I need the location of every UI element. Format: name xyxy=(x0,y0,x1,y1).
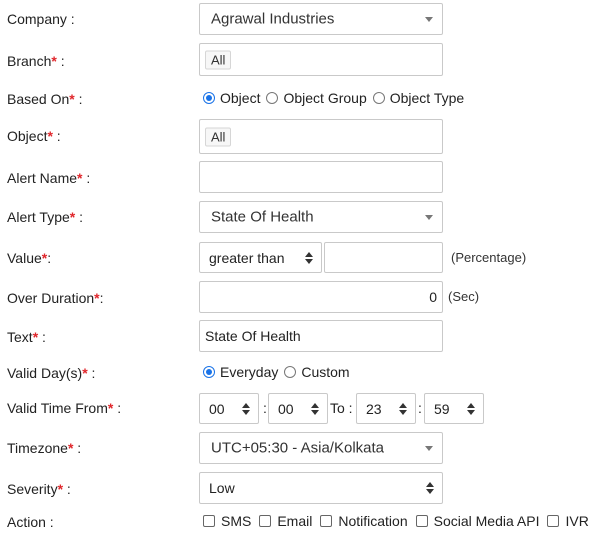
time-separator: : xyxy=(418,400,422,416)
over-duration-input[interactable]: 0 xyxy=(199,281,443,313)
to-hour-value: 23 xyxy=(366,400,382,417)
updown-arrows-icon xyxy=(399,402,407,415)
updown-arrows-icon xyxy=(242,402,250,415)
timezone-label: Timezone* : xyxy=(7,440,82,456)
object-multiselect[interactable]: All xyxy=(199,119,443,154)
alert-type-value: State Of Health xyxy=(211,208,314,226)
updown-arrows-icon xyxy=(305,251,313,264)
text-input[interactable]: State Of Health xyxy=(199,320,443,352)
object-tag-all[interactable]: All xyxy=(205,127,232,146)
radio-icon[interactable] xyxy=(266,92,279,104)
based-on-option-object-group[interactable]: Object Group xyxy=(266,90,367,106)
company-select[interactable]: Agrawal Industries xyxy=(199,3,443,35)
company-label: Company : xyxy=(7,11,75,27)
from-minute-select[interactable]: 00 xyxy=(268,393,328,424)
radio-selected-icon[interactable] xyxy=(203,92,215,104)
checkbox-icon[interactable] xyxy=(259,515,272,527)
over-duration-value: 0 xyxy=(429,289,437,305)
valid-days-option-custom[interactable]: Custom xyxy=(284,364,350,380)
to-hour-select[interactable]: 23 xyxy=(356,393,416,424)
based-on-label: Based On* : xyxy=(7,91,83,107)
severity-select[interactable]: Low xyxy=(199,472,443,504)
time-separator: : xyxy=(263,400,267,416)
value-operator-select[interactable]: greater than xyxy=(199,242,322,273)
timezone-value: UTC+05:30 - Asia/Kolkata xyxy=(211,439,385,457)
radio-icon[interactable] xyxy=(372,92,385,104)
from-minute-value: 00 xyxy=(278,400,294,417)
to-minute-value: 59 xyxy=(434,400,450,417)
timezone-select[interactable]: UTC+05:30 - Asia/Kolkata xyxy=(199,432,443,464)
value-unit: (Percentage) xyxy=(451,250,527,265)
to-minute-select[interactable]: 59 xyxy=(424,393,484,424)
from-hour-select[interactable]: 00 xyxy=(199,393,259,424)
caret-down-icon xyxy=(425,215,433,220)
value-amount-input[interactable] xyxy=(324,242,443,273)
valid-days-option-everyday[interactable]: Everyday xyxy=(203,364,278,380)
alert-name-input[interactable] xyxy=(199,161,443,193)
company-value: Agrawal Industries xyxy=(211,10,335,28)
radio-selected-icon[interactable] xyxy=(203,366,215,378)
severity-label: Severity* : xyxy=(7,481,71,497)
over-duration-label: Over Duration*: xyxy=(7,290,104,306)
text-value: State Of Health xyxy=(205,328,301,344)
object-label: Object* : xyxy=(7,128,61,144)
based-on-option-object-type[interactable]: Object Type xyxy=(372,90,464,106)
caret-down-icon xyxy=(425,17,433,22)
checkbox-icon[interactable] xyxy=(320,515,333,527)
branch-multiselect[interactable]: All xyxy=(199,43,443,76)
updown-arrows-icon xyxy=(426,482,434,494)
severity-value: Low xyxy=(209,480,235,496)
based-on-radio-group: Object Object Group Object Type xyxy=(203,90,470,106)
checkbox-icon[interactable] xyxy=(203,515,215,527)
alert-type-label: Alert Type* : xyxy=(7,209,84,225)
based-on-option-object[interactable]: Object xyxy=(203,90,260,106)
action-option-ivr[interactable]: IVR xyxy=(547,513,589,529)
caret-down-icon xyxy=(425,446,433,451)
value-label: Value*: xyxy=(7,250,52,266)
radio-icon[interactable] xyxy=(284,366,297,378)
updown-arrows-icon xyxy=(467,402,475,415)
valid-days-label: Valid Day(s)* : xyxy=(7,365,96,381)
value-operator-value: greater than xyxy=(209,249,285,266)
action-label: Action : xyxy=(7,514,54,530)
updown-arrows-icon xyxy=(311,402,319,415)
action-option-sms[interactable]: SMS xyxy=(203,513,251,529)
text-label: Text* : xyxy=(7,329,46,345)
branch-label: Branch* : xyxy=(7,53,65,69)
alert-name-label: Alert Name* : xyxy=(7,170,91,186)
branch-tag-all[interactable]: All xyxy=(205,50,232,69)
over-duration-unit: (Sec) xyxy=(448,289,480,304)
action-checkbox-group: SMS Email Notification Social Media API … xyxy=(203,513,597,529)
checkbox-icon[interactable] xyxy=(547,515,560,527)
valid-time-label: Valid Time From* : xyxy=(7,400,122,416)
from-hour-value: 00 xyxy=(209,400,225,417)
to-label: To : xyxy=(330,400,353,416)
alert-type-select[interactable]: State Of Health xyxy=(199,201,443,233)
action-option-notification[interactable]: Notification xyxy=(320,513,408,529)
valid-days-radio-group: Everyday Custom xyxy=(203,364,356,380)
checkbox-icon[interactable] xyxy=(415,515,428,527)
action-option-email[interactable]: Email xyxy=(259,513,312,529)
action-option-social-media-api[interactable]: Social Media API xyxy=(415,513,539,529)
